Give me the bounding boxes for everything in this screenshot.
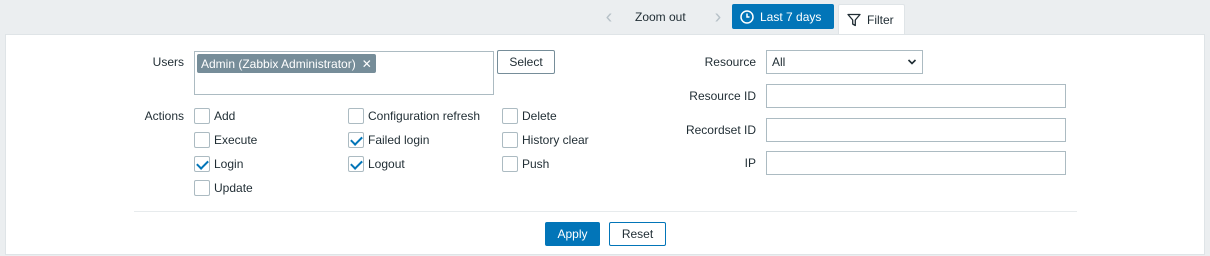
recordset-id-input[interactable] — [766, 118, 1066, 142]
ip-label: IP — [744, 156, 756, 170]
filter-tab-label: Filter — [867, 12, 894, 27]
clock-icon — [740, 9, 754, 24]
resource-select[interactable]: All — [766, 50, 923, 74]
time-range-label: Last 7 days — [760, 9, 822, 24]
checkbox-label: Add — [214, 109, 236, 123]
action-checkbox-login[interactable]: Login — [194, 156, 243, 172]
time-toolbar: ‹ Zoom out › Last 7 days Filter — [305, 4, 1205, 34]
checkbox-label: History clear — [522, 133, 589, 147]
action-checkbox-history-clear[interactable]: History clear — [502, 132, 589, 148]
resource-id-input[interactable] — [766, 84, 1066, 108]
filter-panel: Users Admin (Zabbix Administrator) ✕ Sel… — [5, 34, 1205, 255]
apply-button[interactable]: Apply — [545, 222, 600, 246]
resource-label: Resource — [704, 55, 756, 69]
checkbox-box[interactable] — [194, 132, 210, 148]
checkbox-label: Push — [522, 157, 550, 171]
users-multiselect[interactable]: Admin (Zabbix Administrator) ✕ — [194, 51, 494, 95]
filter-icon — [847, 13, 861, 26]
checkbox-box[interactable] — [502, 108, 518, 124]
time-range-button[interactable]: Last 7 days — [732, 4, 834, 29]
checkbox-label: Failed login — [368, 133, 430, 147]
checkbox-label: Execute — [214, 133, 258, 147]
tab-filter[interactable]: Filter — [838, 4, 905, 34]
checkbox-label: Update — [214, 181, 253, 195]
resource-id-label: Resource ID — [689, 89, 756, 103]
resource-select-value: All — [772, 55, 786, 69]
action-checkbox-failed-login[interactable]: Failed login — [348, 132, 429, 148]
chevron-right-icon[interactable]: › — [708, 7, 728, 28]
action-checkbox-update[interactable]: Update — [194, 180, 253, 196]
action-checkbox-delete[interactable]: Delete — [502, 108, 557, 124]
select-users-button[interactable]: Select — [497, 50, 555, 74]
user-tag-label: Admin (Zabbix Administrator) — [201, 56, 356, 71]
zoom-out-button[interactable]: Zoom out — [630, 4, 691, 30]
checkbox-box[interactable] — [348, 132, 364, 148]
checkbox-label: Logout — [368, 157, 405, 171]
ip-input[interactable] — [766, 151, 1066, 175]
chevron-down-icon — [907, 59, 917, 65]
checkbox-box[interactable] — [194, 156, 210, 172]
checkbox-label: Login — [214, 157, 244, 171]
checkbox-box[interactable] — [348, 156, 364, 172]
checkbox-box[interactable] — [502, 156, 518, 172]
checkbox-label: Configuration refresh — [368, 109, 481, 123]
action-checkbox-logout[interactable]: Logout — [348, 156, 405, 172]
users-label: Users — [152, 55, 184, 69]
checkbox-box[interactable] — [502, 132, 518, 148]
user-tag: Admin (Zabbix Administrator) ✕ — [197, 54, 376, 73]
remove-tag-icon[interactable]: ✕ — [362, 57, 372, 71]
action-checkbox-push[interactable]: Push — [502, 156, 549, 172]
action-checkbox-execute[interactable]: Execute — [194, 132, 257, 148]
checkbox-box[interactable] — [348, 108, 364, 124]
reset-button[interactable]: Reset — [609, 222, 666, 246]
checkbox-label: Delete — [522, 109, 557, 123]
divider — [134, 211, 1077, 212]
recordset-id-label: Recordset ID — [685, 123, 756, 137]
actions-label: Actions — [144, 109, 184, 123]
checkbox-box[interactable] — [194, 108, 210, 124]
chevron-left-icon[interactable]: ‹ — [599, 7, 619, 28]
checkbox-box[interactable] — [194, 180, 210, 196]
action-checkbox-configuration-refresh[interactable]: Configuration refresh — [348, 108, 480, 124]
action-checkbox-add[interactable]: Add — [194, 108, 235, 124]
